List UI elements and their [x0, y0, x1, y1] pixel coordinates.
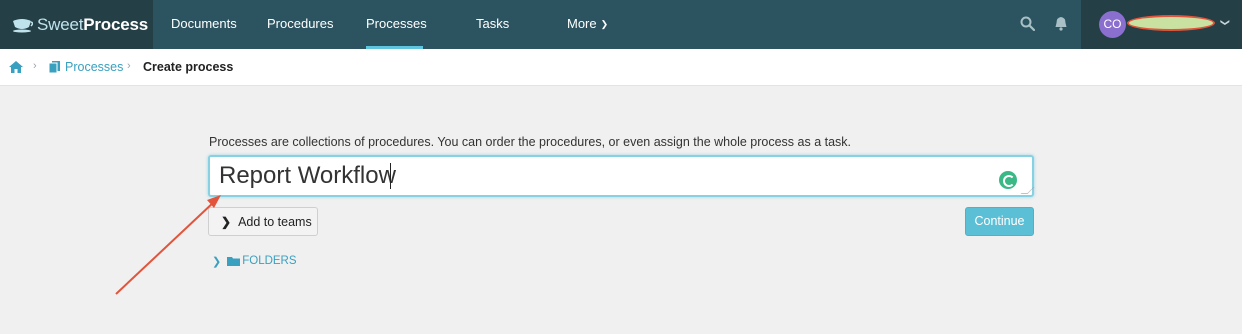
- folders-label: FOLDERS: [242, 255, 297, 267]
- teacup-logo-icon: [13, 18, 33, 32]
- process-name-input[interactable]: [208, 155, 1034, 197]
- add-to-teams-button[interactable]: ❯ Add to teams: [208, 207, 318, 236]
- brand-name-sweet: Sweet: [37, 14, 84, 34]
- redacted-username: [1127, 15, 1215, 31]
- add-to-teams-label: Add to teams: [238, 214, 312, 229]
- chevron-down-icon: ❯: [600, 19, 609, 29]
- nav-processes[interactable]: Processes: [366, 0, 427, 49]
- processes-icon: [49, 61, 60, 73]
- nav-tasks[interactable]: Tasks: [476, 0, 509, 49]
- brand-logo[interactable]: SweetProcess: [0, 0, 153, 49]
- intro-text: Processes are collections of procedures.…: [209, 135, 852, 149]
- breadcrumb-separator-icon: ›: [127, 60, 131, 72]
- breadcrumb-processes-link[interactable]: Processes: [65, 60, 123, 74]
- breadcrumb-current: Create process: [143, 60, 234, 74]
- chevron-down-icon: ❯: [1220, 18, 1231, 27]
- folders-toggle[interactable]: ❯ FOLDERS: [212, 253, 297, 269]
- folder-icon: [227, 257, 241, 266]
- user-menu[interactable]: CO ❯: [1081, 0, 1242, 49]
- home-icon[interactable]: [9, 61, 23, 73]
- grammarly-icon[interactable]: [999, 171, 1017, 189]
- nav-more-label: More: [567, 16, 597, 31]
- search-icon[interactable]: [1018, 14, 1036, 32]
- breadcrumb: › Processes › Create process: [0, 49, 1242, 86]
- bell-icon[interactable]: [1052, 14, 1070, 32]
- brand-name-process: Process: [83, 14, 149, 34]
- chevron-right-icon: ❯: [221, 214, 232, 229]
- nav-documents[interactable]: Documents: [171, 0, 237, 49]
- continue-button[interactable]: Continue: [965, 207, 1034, 236]
- text-caret: [390, 163, 391, 189]
- breadcrumb-separator-icon: ›: [33, 60, 37, 72]
- chevron-right-icon: ❯: [212, 255, 222, 268]
- nav-procedures[interactable]: Procedures: [267, 0, 333, 49]
- avatar: CO: [1099, 11, 1126, 38]
- top-nav: SweetProcess Documents Procedures Proces…: [0, 0, 1242, 49]
- nav-more[interactable]: More ❯: [567, 0, 608, 49]
